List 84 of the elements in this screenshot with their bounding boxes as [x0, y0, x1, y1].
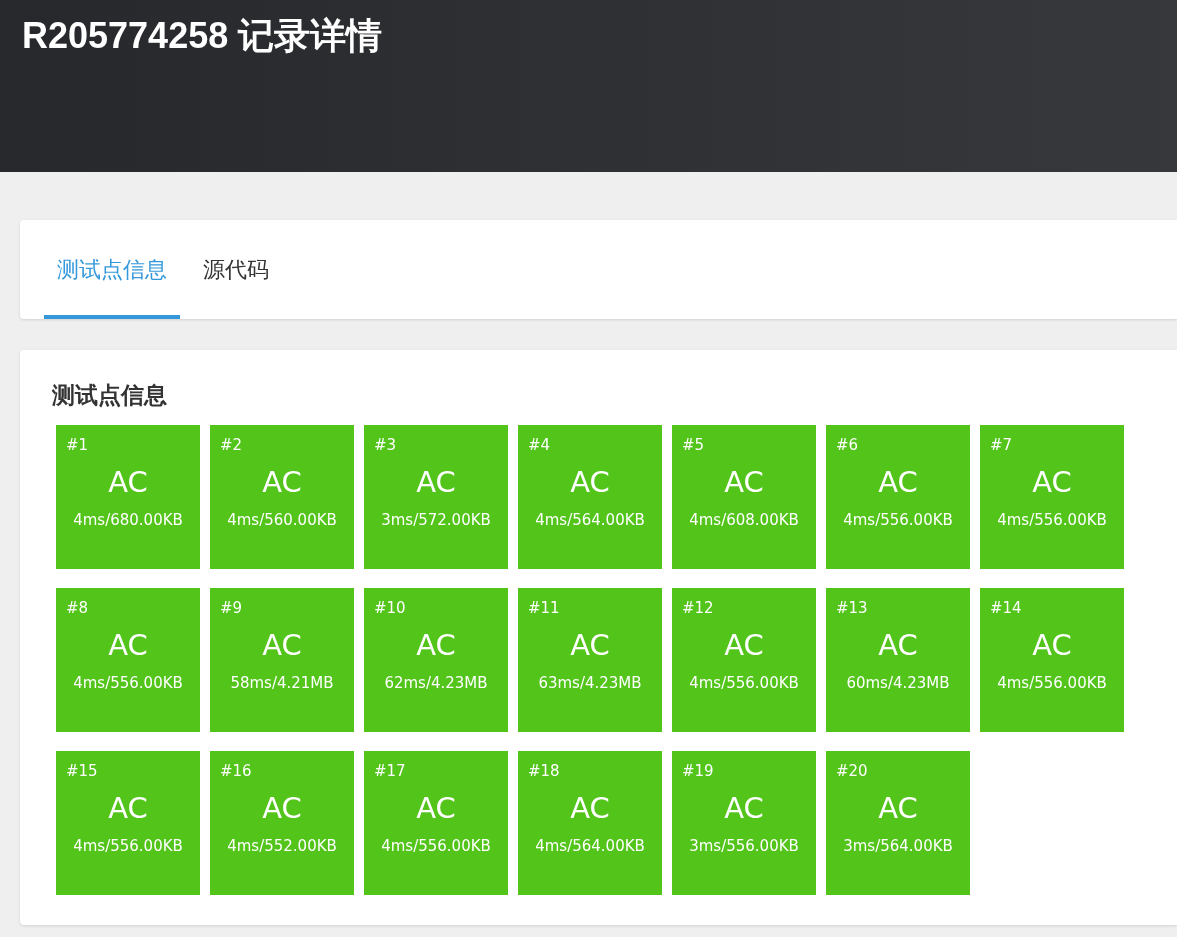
testcase-number: #13 — [836, 599, 868, 617]
testcase-tile[interactable]: #15 AC 4ms/556.00KB — [56, 751, 200, 895]
testcase-status: AC — [570, 627, 610, 664]
testcase-tile[interactable]: #9 AC 58ms/4.21MB — [210, 588, 354, 732]
testcase-stats: 4ms/556.00KB — [73, 837, 183, 855]
testcase-stats: 3ms/556.00KB — [689, 837, 799, 855]
testcase-number: #14 — [990, 599, 1022, 617]
testcase-stats: 4ms/552.00KB — [227, 837, 337, 855]
testcase-stats: 4ms/556.00KB — [997, 511, 1107, 529]
testcase-number: #2 — [220, 436, 243, 454]
testcase-status: AC — [1032, 464, 1072, 501]
testcase-number: #4 — [528, 436, 551, 454]
testcase-status: AC — [262, 790, 302, 827]
testcase-stats: 3ms/572.00KB — [381, 511, 491, 529]
tab[interactable]: 测试点信息 — [44, 220, 180, 319]
testcase-status: AC — [724, 790, 764, 827]
testcase-number: #3 — [374, 436, 397, 454]
testcase-stats: 4ms/564.00KB — [535, 511, 645, 529]
testcase-number: #1 — [66, 436, 89, 454]
testcase-tile[interactable]: #8 AC 4ms/556.00KB — [56, 588, 200, 732]
testcase-tile[interactable]: #14 AC 4ms/556.00KB — [980, 588, 1124, 732]
testcase-status: AC — [416, 790, 456, 827]
testcase-tile[interactable]: #3 AC 3ms/572.00KB — [364, 425, 508, 569]
testcase-stats: 4ms/556.00KB — [381, 837, 491, 855]
testcase-status: AC — [878, 790, 918, 827]
testcase-stats: 4ms/680.00KB — [73, 511, 183, 529]
testcase-status: AC — [1032, 627, 1072, 664]
testcase-stats: 4ms/560.00KB — [227, 511, 337, 529]
testcase-stats: 4ms/608.00KB — [689, 511, 799, 529]
testcase-stats: 4ms/564.00KB — [535, 837, 645, 855]
testcase-tile[interactable]: #19 AC 3ms/556.00KB — [672, 751, 816, 895]
testcase-tile[interactable]: #18 AC 4ms/564.00KB — [518, 751, 662, 895]
testcase-tile[interactable]: #6 AC 4ms/556.00KB — [826, 425, 970, 569]
testcase-tile[interactable]: #12 AC 4ms/556.00KB — [672, 588, 816, 732]
testcase-number: #6 — [836, 436, 859, 454]
testcase-tile[interactable]: #5 AC 4ms/608.00KB — [672, 425, 816, 569]
testcase-number: #9 — [220, 599, 243, 617]
testcase-tile[interactable]: #11 AC 63ms/4.23MB — [518, 588, 662, 732]
testcase-stats: 60ms/4.23MB — [846, 674, 950, 692]
testcase-status: AC — [878, 627, 918, 664]
testcase-number: #5 — [682, 436, 705, 454]
testcase-stats: 4ms/556.00KB — [843, 511, 953, 529]
testcase-tile[interactable]: #17 AC 4ms/556.00KB — [364, 751, 508, 895]
testcase-stats: 4ms/556.00KB — [73, 674, 183, 692]
testcase-number: #12 — [682, 599, 714, 617]
testcase-status: AC — [724, 627, 764, 664]
testcase-number: #7 — [990, 436, 1013, 454]
testcase-tile[interactable]: #20 AC 3ms/564.00KB — [826, 751, 970, 895]
testcase-status: AC — [878, 464, 918, 501]
testcase-status: AC — [416, 627, 456, 664]
testcase-status: AC — [570, 464, 610, 501]
testcase-tile[interactable]: #10 AC 62ms/4.23MB — [364, 588, 508, 732]
testcase-stats: 4ms/556.00KB — [689, 674, 799, 692]
testcase-number: #8 — [66, 599, 89, 617]
tab[interactable]: 源代码 — [190, 220, 282, 319]
testcase-tile[interactable]: #2 AC 4ms/560.00KB — [210, 425, 354, 569]
testcase-number: #19 — [682, 762, 714, 780]
testcase-stats: 58ms/4.21MB — [230, 674, 334, 692]
testcase-stats: 3ms/564.00KB — [843, 837, 953, 855]
testcase-stats: 4ms/556.00KB — [997, 674, 1107, 692]
testcase-tile[interactable]: #4 AC 4ms/564.00KB — [518, 425, 662, 569]
testcase-number: #15 — [66, 762, 98, 780]
testcase-status: AC — [108, 790, 148, 827]
testcase-status: AC — [108, 627, 148, 664]
testcase-status: AC — [416, 464, 456, 501]
testcase-status: AC — [570, 790, 610, 827]
testcase-tile[interactable]: #7 AC 4ms/556.00KB — [980, 425, 1124, 569]
testcase-number: #16 — [220, 762, 252, 780]
testcase-number: #11 — [528, 599, 560, 617]
testcase-stats: 63ms/4.23MB — [538, 674, 642, 692]
testcase-tile[interactable]: #16 AC 4ms/552.00KB — [210, 751, 354, 895]
testcase-stats: 62ms/4.23MB — [384, 674, 488, 692]
testcase-tile[interactable]: #1 AC 4ms/680.00KB — [56, 425, 200, 569]
testcase-number: #18 — [528, 762, 560, 780]
section-title: 测试点信息 — [52, 381, 168, 410]
testcase-status: AC — [262, 627, 302, 664]
testcase-status: AC — [108, 464, 148, 501]
testcase-status: AC — [262, 464, 302, 501]
testcase-status: AC — [724, 464, 764, 501]
testcase-number: #10 — [374, 599, 406, 617]
testcase-tile[interactable]: #13 AC 60ms/4.23MB — [826, 588, 970, 732]
page-title: R205774258 记录详情 — [22, 14, 384, 58]
testcase-number: #20 — [836, 762, 868, 780]
testcase-number: #17 — [374, 762, 406, 780]
